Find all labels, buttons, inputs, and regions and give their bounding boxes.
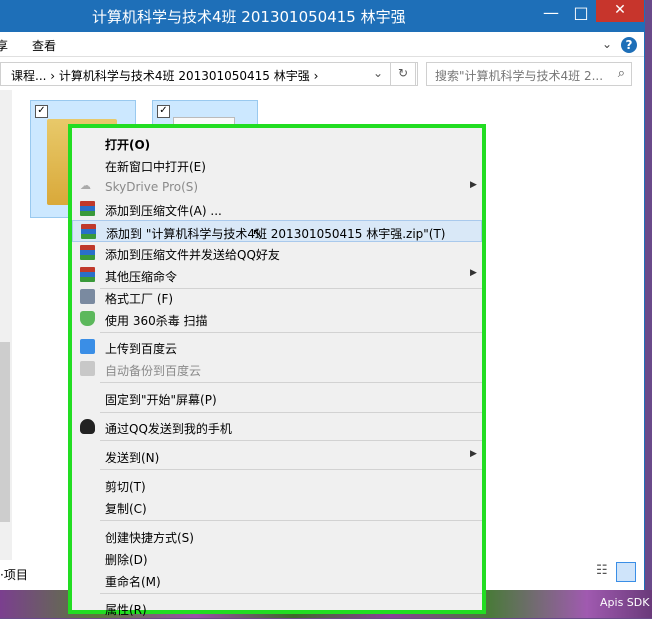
winrar-icon bbox=[80, 267, 95, 282]
menu-item-rename[interactable]: 重命名(M) bbox=[72, 569, 482, 591]
title-bar[interactable]: 计算机科学与技术4班 201301050415 林宇强 — □ ✕ bbox=[0, 0, 644, 32]
menu-separator bbox=[100, 412, 482, 413]
winrar-icon bbox=[80, 201, 95, 216]
menu-item-label: 通过QQ发送到我的手机 bbox=[105, 422, 232, 436]
menu-item-label: 其他压缩命令 bbox=[105, 270, 178, 284]
navigation-pane[interactable] bbox=[0, 90, 12, 560]
menu-item-label: 打开(O) bbox=[105, 138, 151, 152]
menu-item-auto-backup-baidu: 自动备份到百度云 bbox=[72, 358, 482, 380]
menu-item-send-to[interactable]: 发送到(N) ▶ bbox=[72, 445, 482, 467]
context-menu: 打开(O) 在新窗口中打开(E) ☁ SkyDrive Pro(S) ▶ 添加到… bbox=[68, 124, 486, 617]
menu-item-label: 上传到百度云 bbox=[105, 342, 178, 356]
menu-item-delete[interactable]: 删除(D) bbox=[72, 547, 482, 569]
winrar-icon bbox=[80, 245, 95, 260]
minimize-button[interactable]: — bbox=[536, 0, 566, 28]
baidu-cloud-icon bbox=[80, 339, 95, 354]
window-title: 计算机科学与技术4班 201301050415 林宇强 bbox=[92, 8, 406, 26]
menu-item-copy[interactable]: 复制(C) bbox=[72, 496, 482, 518]
winrar-icon bbox=[81, 224, 96, 239]
menu-item-label: 格式工厂 (F) bbox=[105, 292, 174, 306]
menu-item-add-to-zip[interactable]: 添加到 "计算机科学与技术4班 201301050415 林宇强.zip"(T) bbox=[72, 220, 482, 242]
menu-item-label: 创建快捷方式(S) bbox=[105, 531, 194, 545]
menu-item-properties[interactable]: 属性(R) bbox=[72, 597, 482, 619]
menu-item-label: 在新窗口中打开(E) bbox=[105, 160, 206, 174]
menu-item-qq-send-phone[interactable]: 通过QQ发送到我的手机 bbox=[72, 416, 482, 438]
baidu-backup-icon bbox=[80, 361, 95, 376]
menu-separator bbox=[100, 382, 482, 383]
address-dropdown-icon[interactable]: ⌄ bbox=[373, 66, 383, 80]
close-button[interactable]: ✕ bbox=[596, 0, 644, 22]
large-icons-view-icon[interactable] bbox=[616, 562, 636, 582]
menu-item-add-to-archive[interactable]: 添加到压缩文件(A) ... bbox=[72, 198, 482, 220]
mouse-pointer-icon: ↖ bbox=[252, 226, 264, 242]
item-checkbox[interactable]: ✓ bbox=[157, 105, 170, 118]
menu-item-label: 剪切(T) bbox=[105, 480, 146, 494]
refresh-button[interactable]: ↻ bbox=[390, 62, 416, 86]
menu-item-label: SkyDrive Pro(S) bbox=[105, 180, 199, 194]
address-path[interactable]: 课程... › 计算机科学与技术4班 201301050415 林宇强 › bbox=[11, 67, 318, 84]
menu-item-cut[interactable]: 剪切(T) bbox=[72, 474, 482, 496]
menu-separator bbox=[100, 440, 482, 441]
menu-item-create-shortcut[interactable]: 创建快捷方式(S) bbox=[72, 525, 482, 547]
search-input[interactable]: 搜索"计算机科学与技术4班 2... bbox=[435, 67, 603, 84]
ribbon-tabs: 享 查看 ⌄ ? bbox=[0, 32, 644, 57]
menu-item-label: 添加到压缩文件并发送给QQ好友 bbox=[105, 248, 280, 262]
scrollbar-thumb[interactable] bbox=[0, 342, 10, 522]
qq-penguin-icon bbox=[80, 419, 95, 434]
search-box[interactable]: 搜索"计算机科学与技术4班 2... ⌕ bbox=[426, 62, 632, 86]
menu-item-label: 自动备份到百度云 bbox=[105, 364, 202, 378]
menu-item-360-scan[interactable]: 使用 360杀毒 扫描 bbox=[72, 308, 482, 330]
submenu-arrow-icon: ▶ bbox=[470, 268, 477, 278]
menu-item-skydrive: ☁ SkyDrive Pro(S) ▶ bbox=[72, 176, 482, 198]
menu-item-label: 属性(R) bbox=[105, 603, 147, 617]
menu-separator bbox=[100, 520, 482, 521]
cloud-icon: ☁ bbox=[80, 179, 91, 192]
details-view-icon[interactable]: ☷ bbox=[596, 563, 608, 578]
shield-icon bbox=[80, 311, 95, 326]
ribbon-expand-icon[interactable]: ⌄ bbox=[602, 37, 612, 51]
menu-item-other-compress[interactable]: 其他压缩命令 ▶ bbox=[72, 264, 482, 286]
menu-item-archive-send-qq[interactable]: 添加到压缩文件并发送给QQ好友 bbox=[72, 242, 482, 264]
address-bar[interactable]: 课程... › 计算机科学与技术4班 201301050415 林宇强 › ⌄ bbox=[0, 62, 418, 86]
submenu-arrow-icon: ▶ bbox=[470, 180, 477, 190]
menu-item-open-new-window[interactable]: 在新窗口中打开(E) bbox=[72, 154, 482, 176]
menu-separator bbox=[100, 332, 482, 333]
menu-item-open[interactable]: 打开(O) bbox=[72, 132, 482, 154]
format-factory-icon bbox=[80, 289, 95, 304]
menu-item-label: 使用 360杀毒 扫描 bbox=[105, 314, 208, 328]
tab-view[interactable]: 查看 bbox=[32, 37, 56, 54]
menu-item-label: 添加到 "计算机科学与技术4班 201301050415 林宇强.zip"(T) bbox=[106, 227, 446, 241]
menu-item-pin-start[interactable]: 固定到"开始"屏幕(P) bbox=[72, 387, 482, 409]
menu-item-label: 重命名(M) bbox=[105, 575, 161, 589]
menu-item-label: 复制(C) bbox=[105, 502, 147, 516]
watermark-text: Apis SDK bbox=[600, 596, 650, 609]
maximize-button[interactable]: □ bbox=[566, 0, 596, 28]
menu-item-label: 删除(D) bbox=[105, 553, 148, 567]
menu-separator bbox=[100, 593, 482, 594]
submenu-arrow-icon: ▶ bbox=[470, 449, 477, 459]
menu-item-label: 添加到压缩文件(A) ... bbox=[105, 204, 222, 218]
menu-item-upload-baidu[interactable]: 上传到百度云 bbox=[72, 336, 482, 358]
tab-share[interactable]: 享 bbox=[0, 37, 8, 54]
item-count: ·项目 bbox=[0, 568, 28, 582]
help-icon[interactable]: ? bbox=[621, 37, 637, 53]
menu-separator bbox=[100, 469, 482, 470]
menu-item-label: 发送到(N) bbox=[105, 451, 160, 465]
menu-item-label: 固定到"开始"屏幕(P) bbox=[105, 393, 217, 407]
search-icon[interactable]: ⌕ bbox=[618, 66, 625, 81]
item-checkbox[interactable]: ✓ bbox=[35, 105, 48, 118]
menu-item-format-factory[interactable]: 格式工厂 (F) bbox=[72, 286, 482, 308]
